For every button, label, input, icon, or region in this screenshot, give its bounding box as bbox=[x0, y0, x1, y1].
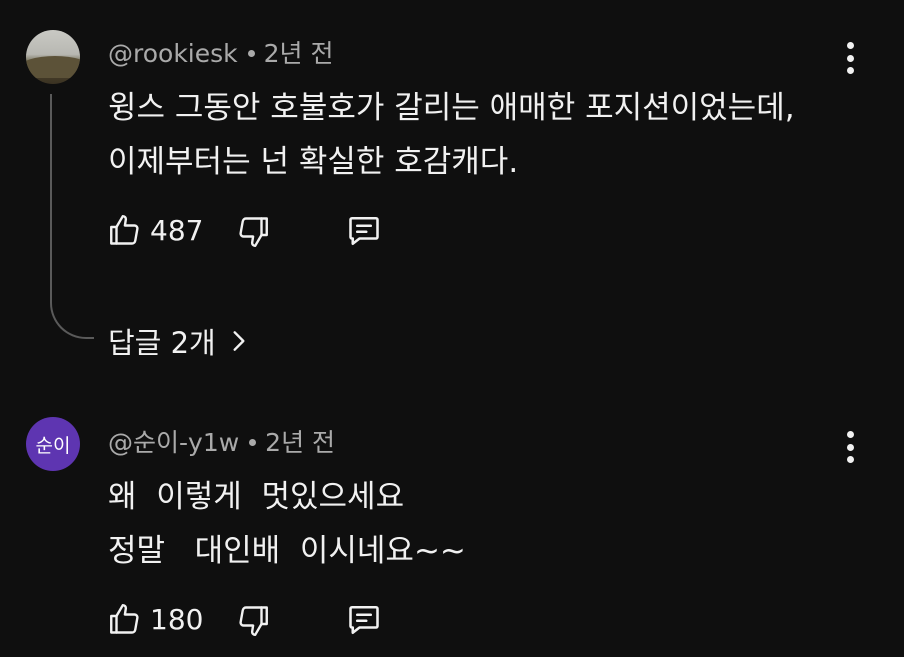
comment-icon bbox=[349, 605, 379, 635]
more-icon[interactable] bbox=[838, 429, 862, 465]
comment-text-line: 정말 대인배 이시네요~~ bbox=[108, 533, 466, 569]
replies-label: 답글 2개 bbox=[108, 326, 216, 360]
like-button[interactable]: 180 bbox=[106, 601, 203, 637]
dislike-button[interactable] bbox=[236, 214, 272, 250]
view-replies-button[interactable]: 답글 2개 bbox=[108, 320, 252, 362]
avatar-landscape bbox=[26, 56, 80, 78]
avatar[interactable] bbox=[26, 30, 80, 84]
avatar[interactable]: 순이 bbox=[26, 417, 80, 471]
thumbs-down-icon bbox=[239, 606, 268, 636]
comment-age[interactable]: 2년 전 bbox=[264, 39, 334, 68]
reply-button[interactable] bbox=[346, 602, 382, 638]
more-icon[interactable] bbox=[838, 40, 862, 76]
thumbs-up-icon bbox=[110, 215, 139, 245]
author-handle[interactable]: @순이-y1w bbox=[108, 428, 239, 457]
avatar-initials: 순이 bbox=[35, 434, 71, 457]
comment-text-line: 이제부터는 넌 확실한 호감캐다. bbox=[108, 144, 519, 180]
reply-button[interactable] bbox=[346, 213, 382, 249]
separator-dot bbox=[249, 438, 257, 446]
dislike-button[interactable] bbox=[236, 603, 272, 639]
comment-icon bbox=[349, 216, 379, 246]
like-count: 180 bbox=[150, 602, 204, 636]
thumbs-down-icon bbox=[239, 217, 268, 247]
separator-dot bbox=[247, 49, 255, 57]
comment-text-line: 윙스 그동안 호불호가 갈리는 애매한 포지션이었는데, bbox=[108, 90, 795, 126]
like-button[interactable]: 487 bbox=[106, 212, 203, 248]
chevron-right-icon bbox=[233, 331, 245, 351]
comment-age[interactable]: 2년 전 bbox=[265, 428, 335, 457]
thumbs-up-icon bbox=[110, 604, 139, 634]
like-count: 487 bbox=[150, 213, 204, 247]
thread-connector bbox=[50, 94, 94, 339]
comment-meta: @rookiesk 2년 전 bbox=[108, 34, 334, 70]
comment-text-line: 왜 이렇게 멋있으세요 bbox=[108, 479, 405, 515]
author-handle[interactable]: @rookiesk bbox=[108, 39, 238, 68]
comment-meta: @순이-y1w 2년 전 bbox=[108, 423, 335, 459]
